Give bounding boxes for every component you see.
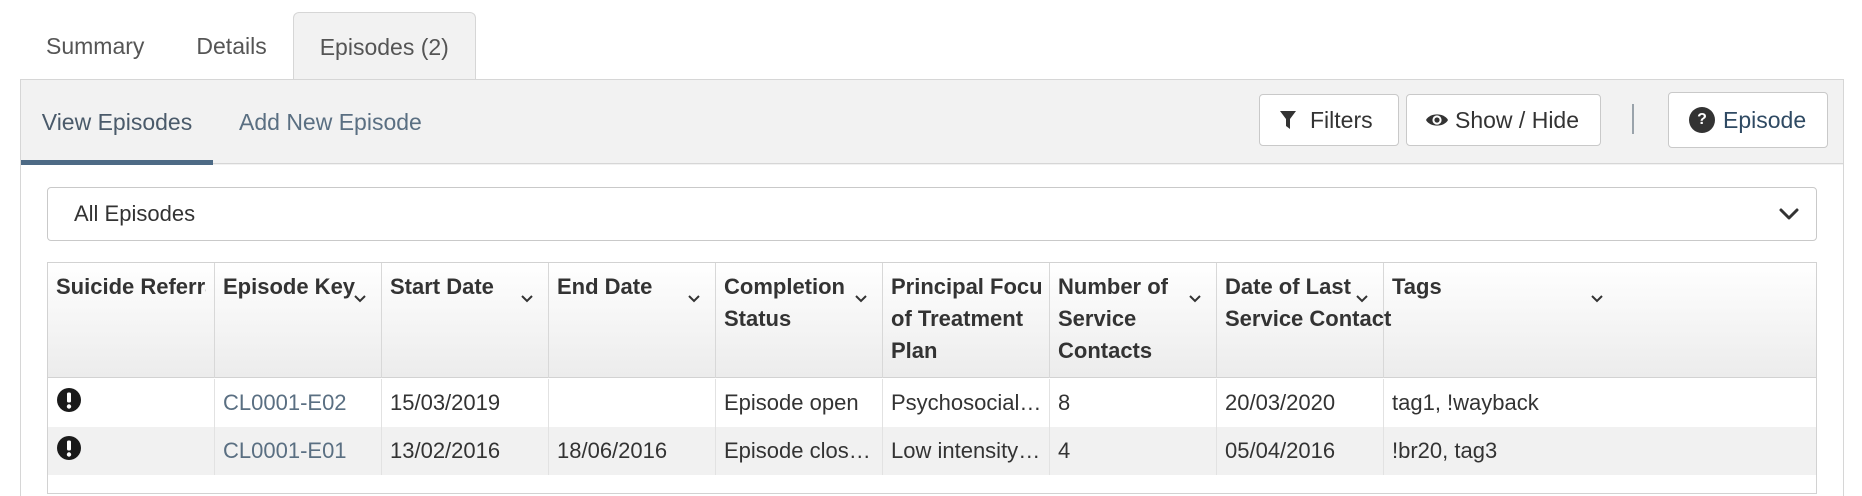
column-header-episode-key[interactable]: Episode Key xyxy=(215,263,382,378)
tags-cell: !br20, tag3 xyxy=(1384,427,1618,475)
filter-icon xyxy=(1280,110,1296,130)
column-header-label: Start Date xyxy=(390,274,494,299)
exclamation-circle-icon xyxy=(56,435,82,467)
column-header-tags[interactable]: Tags xyxy=(1384,263,1618,378)
end-date-cell: 18/06/2016 xyxy=(549,427,716,475)
subtab-add-new-episode-label: Add New Episode xyxy=(239,108,422,135)
column-header-label: Service xyxy=(1058,306,1137,331)
filters-button[interactable]: Filters xyxy=(1259,94,1399,146)
episode-key-text: CL0001-E01 xyxy=(223,438,347,463)
column-header-label: Contacts xyxy=(1058,338,1153,363)
subtab-view-episodes-label: View Episodes xyxy=(41,108,193,135)
tab-details[interactable]: Details xyxy=(170,12,292,80)
episode-help-button[interactable]: ? Episode xyxy=(1668,92,1828,148)
column-header-label: Principal Focus xyxy=(891,274,1041,299)
column-header-number-of-service-contacts[interactable]: Number of Service Contacts xyxy=(1050,263,1217,378)
episodes-table: Suicide Referral Episode Key Start Date … xyxy=(47,262,1817,494)
start-date-cell: 13/02/2016 xyxy=(382,427,549,475)
principal-focus-cell: Low intensity ps... xyxy=(883,427,1050,475)
help-icon: ? xyxy=(1689,107,1715,133)
suicide-referral-cell xyxy=(48,427,215,475)
column-header-suicide-referral[interactable]: Suicide Referral xyxy=(48,263,215,378)
subtab-view-episodes[interactable]: View Episodes xyxy=(21,80,213,165)
exclamation-circle-icon xyxy=(56,387,82,419)
column-header-label: Date of Last xyxy=(1225,274,1351,299)
episodes-panel: View Episodes Add New Episode Filters Sh… xyxy=(20,79,1844,496)
subtab-add-new-episode[interactable]: Add New Episode xyxy=(239,80,422,164)
episode-help-button-label: Episode xyxy=(1723,106,1807,133)
episode-filter-select[interactable]: All Episodes xyxy=(47,187,1817,241)
chevron-down-icon[interactable] xyxy=(1355,281,1369,313)
tags-text: !br20, tag3 xyxy=(1392,438,1498,463)
tab-episodes-label: Episodes (2) xyxy=(319,33,449,60)
end-date-cell xyxy=(549,379,716,427)
column-header-label: Service Contact xyxy=(1225,306,1392,331)
completion-status-cell: Episode open xyxy=(716,379,883,427)
show-hide-button[interactable]: Show / Hide xyxy=(1406,94,1601,146)
column-header-label: Completion xyxy=(724,274,845,299)
completion-status-cell: Episode closed ... xyxy=(716,427,883,475)
tab-episodes[interactable]: Episodes (2) xyxy=(292,12,476,81)
start-date-cell: 15/03/2019 xyxy=(382,379,549,427)
last-contact-cell: 05/04/2016 xyxy=(1217,427,1384,475)
chevron-down-icon[interactable] xyxy=(353,281,367,313)
column-header-label: Status xyxy=(724,306,792,331)
table-header: Suicide Referral Episode Key Start Date … xyxy=(48,263,1816,378)
column-header-completion-status[interactable]: Completion Status xyxy=(716,263,883,378)
num-contacts-cell: 8 xyxy=(1050,379,1217,427)
column-header-label: Plan xyxy=(891,338,938,363)
principal-focus-text: Low intensity ps... xyxy=(891,438,1049,463)
completion-status-text: Episode open xyxy=(724,390,859,415)
suicide-referral-cell xyxy=(48,379,215,427)
chevron-down-icon xyxy=(1778,203,1800,231)
column-header-end-date[interactable]: End Date xyxy=(549,263,716,378)
column-header-label: Episode Key xyxy=(223,274,356,299)
column-header-start-date[interactable]: Start Date xyxy=(382,263,549,378)
num-contacts-text: 8 xyxy=(1058,390,1071,415)
column-header-label: Number of xyxy=(1058,274,1168,299)
last-contact-text: 05/04/2016 xyxy=(1225,438,1336,463)
column-header-label: Suicide Referral xyxy=(56,274,206,299)
chevron-down-icon[interactable] xyxy=(854,281,868,313)
episode-filter-value: All Episodes xyxy=(74,201,196,226)
chevron-down-icon[interactable] xyxy=(1590,281,1604,313)
completion-status-text: Episode closed ... xyxy=(724,438,882,463)
eye-icon xyxy=(1425,111,1449,129)
last-contact-text: 20/03/2020 xyxy=(1225,390,1336,415)
tab-summary[interactable]: Summary xyxy=(20,12,170,80)
chevron-down-icon[interactable] xyxy=(687,281,701,313)
num-contacts-cell: 4 xyxy=(1050,427,1217,475)
filters-button-label: Filters xyxy=(1310,106,1373,133)
top-tab-bar: Summary Details Episodes (2) xyxy=(20,12,476,81)
chevron-down-icon[interactable] xyxy=(1188,281,1202,313)
tags-cell: tag1, !wayback xyxy=(1384,379,1618,427)
table-row[interactable]: CL0001-E02 15/03/2019 Episode open Psych… xyxy=(48,379,1816,427)
episode-key-link[interactable]: CL0001-E02 xyxy=(215,379,382,427)
column-header-label: of Treatment xyxy=(891,306,1024,331)
episode-key-text: CL0001-E02 xyxy=(223,390,347,415)
start-date-text: 13/02/2016 xyxy=(390,438,501,463)
toolbar-separator xyxy=(1632,104,1634,134)
num-contacts-text: 4 xyxy=(1058,438,1071,463)
principal-focus-cell: Psychosocial Su... xyxy=(883,379,1050,427)
principal-focus-text: Psychosocial Su... xyxy=(891,390,1049,415)
show-hide-button-label: Show / Hide xyxy=(1455,106,1580,133)
last-contact-cell: 20/03/2020 xyxy=(1217,379,1384,427)
episodes-content: All Episodes Suicide Referral Episode Ke… xyxy=(21,165,1843,496)
column-header-principal-focus[interactable]: Principal Focus of Treatment Plan xyxy=(883,263,1050,378)
tab-summary-label: Summary xyxy=(46,32,145,59)
chevron-down-icon[interactable] xyxy=(520,281,534,313)
episode-key-link[interactable]: CL0001-E01 xyxy=(215,427,382,475)
tags-text: tag1, !wayback xyxy=(1392,390,1539,415)
column-header-label: Tags xyxy=(1392,274,1442,299)
column-header-label: End Date xyxy=(557,274,653,299)
tab-details-label: Details xyxy=(196,32,267,59)
episodes-subnav: View Episodes Add New Episode Filters Sh… xyxy=(21,80,1843,165)
start-date-text: 15/03/2019 xyxy=(390,390,501,415)
column-header-date-of-last-service-contact[interactable]: Date of Last Service Contact xyxy=(1217,263,1392,378)
table-row[interactable]: CL0001-E01 13/02/2016 18/06/2016 Episode… xyxy=(48,427,1816,475)
end-date-text: 18/06/2016 xyxy=(557,438,668,463)
